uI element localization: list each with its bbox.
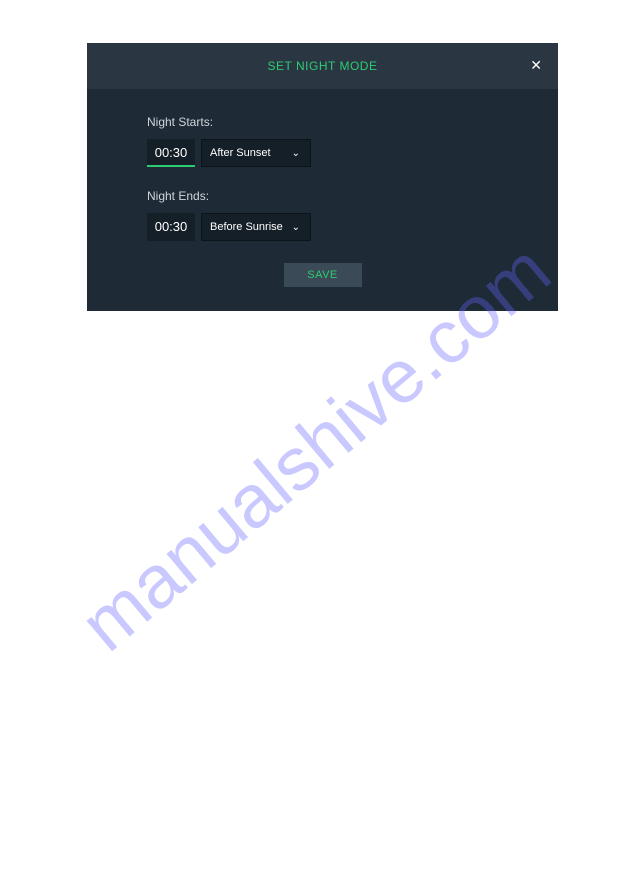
- night-ends-dropdown-label: Before Sunrise: [210, 221, 283, 233]
- close-icon[interactable]: ✕: [530, 57, 542, 74]
- chevron-down-icon: ⌄: [292, 222, 300, 233]
- night-starts-time-input[interactable]: [147, 139, 195, 167]
- night-ends-dropdown[interactable]: Before Sunrise ⌄: [201, 213, 311, 241]
- save-button[interactable]: SAVE: [284, 263, 362, 287]
- night-ends-label: Night Ends:: [147, 189, 498, 203]
- night-starts-label: Night Starts:: [147, 115, 498, 129]
- night-mode-modal: SET NIGHT MODE ✕ Night Starts: After Sun…: [87, 43, 558, 311]
- chevron-down-icon: ⌄: [292, 148, 300, 159]
- night-starts-dropdown-label: After Sunset: [210, 147, 271, 159]
- night-ends-time-input[interactable]: [147, 213, 195, 241]
- save-row: SAVE: [147, 263, 498, 287]
- modal-title: SET NIGHT MODE: [268, 59, 378, 73]
- night-starts-row: After Sunset ⌄: [147, 139, 498, 167]
- night-ends-row: Before Sunrise ⌄: [147, 213, 498, 241]
- night-starts-dropdown[interactable]: After Sunset ⌄: [201, 139, 311, 167]
- modal-body: Night Starts: After Sunset ⌄ Night Ends:…: [87, 89, 558, 307]
- modal-header: SET NIGHT MODE ✕: [87, 43, 558, 89]
